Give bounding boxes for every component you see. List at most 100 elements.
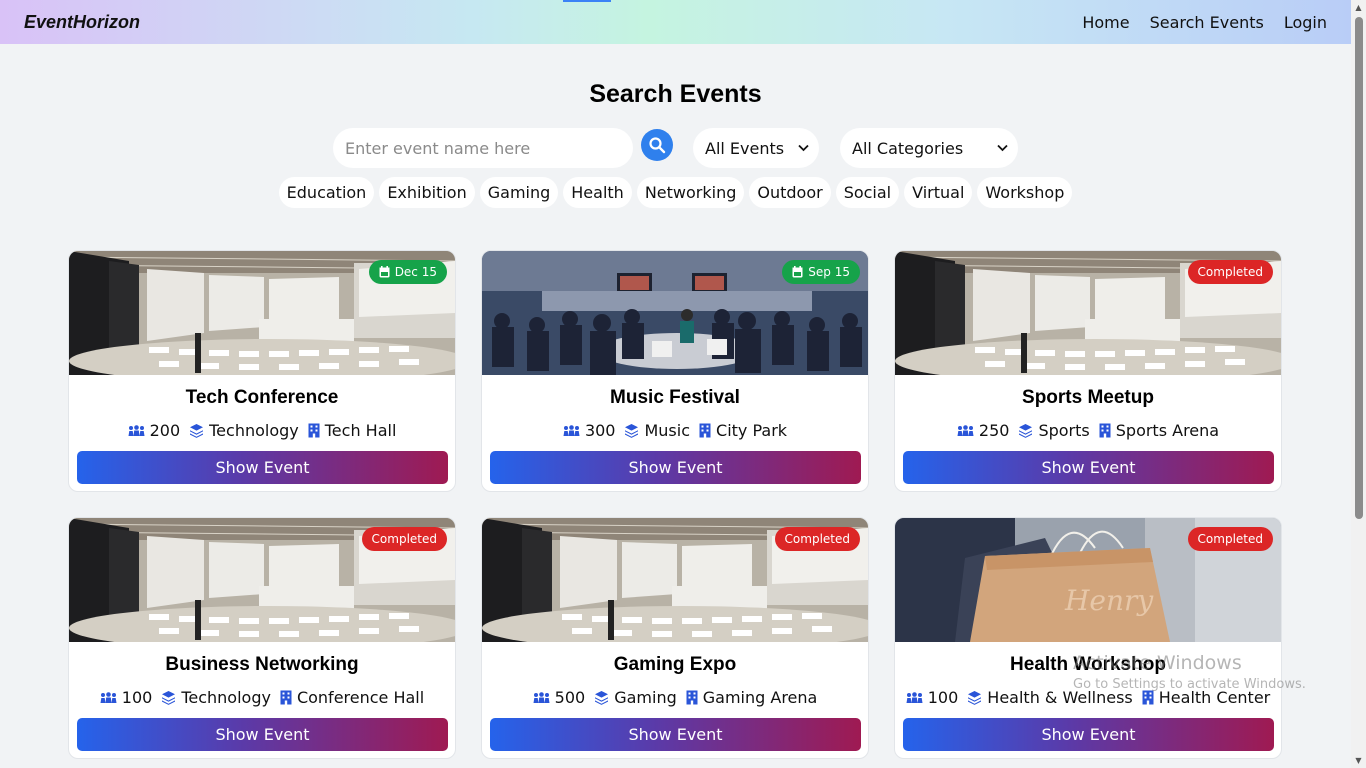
show-event-button[interactable]: Show Event (77, 718, 448, 751)
building-icon (308, 423, 320, 438)
chevron-down-icon (997, 144, 1008, 152)
show-event-button[interactable]: Show Event (903, 718, 1274, 751)
calendar-icon (379, 266, 390, 278)
show-event-button[interactable]: Show Event (490, 451, 861, 484)
event-category: Music (624, 421, 690, 440)
badge-label: Completed (1197, 532, 1263, 546)
category-chips: Education Exhibition Gaming Health Netwo… (0, 177, 1351, 208)
badge-label: Completed (371, 532, 437, 546)
event-title: Business Networking (165, 654, 359, 675)
event-title: Tech Conference (185, 387, 339, 408)
layers-icon (1019, 424, 1033, 438)
event-venue-value: Gaming Arena (702, 688, 818, 707)
event-title: Music Festival (610, 387, 740, 408)
status-filter-select[interactable]: All Events (693, 128, 819, 168)
attendee-count: 100 (906, 688, 959, 707)
show-event-button[interactable]: Show Event (77, 451, 448, 484)
attendee-count: 500 (533, 688, 586, 707)
scroll-thumb[interactable] (1355, 17, 1363, 519)
badge-label: Completed (784, 532, 850, 546)
users-icon (100, 691, 117, 703)
event-category-value: Technology (209, 421, 299, 440)
calendar-icon (792, 266, 803, 278)
event-date-badge: Dec 15 (368, 260, 447, 284)
nav-indicator (563, 0, 611, 2)
category-filter-value: All Categories (852, 138, 964, 158)
event-card: Completed Business Networking 100 Technolog… (68, 517, 456, 759)
vertical-scrollbar[interactable]: ▲ ▼ (1351, 0, 1366, 768)
attendee-count: 200 (128, 421, 180, 440)
event-venue-value: Conference Hall (296, 688, 425, 707)
activate-windows-subtitle: Go to Settings to activate Windows. (1073, 677, 1306, 692)
status-filter-value: All Events (705, 138, 785, 158)
users-icon (128, 424, 145, 436)
chip-workshop[interactable]: Workshop (977, 177, 1073, 208)
badge-label: Sep 15 (808, 265, 850, 279)
scroll-up-icon[interactable]: ▲ (1351, 0, 1366, 15)
show-event-button[interactable]: Show Event (903, 451, 1274, 484)
category-filter-select[interactable]: All Categories (840, 128, 1018, 168)
layers-icon (625, 424, 639, 438)
event-category: Sports (1018, 421, 1090, 440)
event-card: Sep 15 Music Festival 300 Music City Park Sho… (481, 250, 869, 492)
attendee-count-value: 250 (978, 421, 1010, 440)
building-icon (280, 690, 292, 705)
attendee-count-value: 500 (554, 688, 586, 707)
chip-virtual[interactable]: Virtual (904, 177, 973, 208)
event-venue-value: Sports Arena (1115, 421, 1220, 440)
show-event-button[interactable]: Show Event (490, 718, 861, 751)
event-venue: Sports Arena (1099, 421, 1219, 440)
page-title: Search Events (589, 80, 762, 108)
layers-icon (595, 691, 609, 705)
event-meta: 250 Sports Sports Arena (895, 421, 1281, 440)
nav-link-search-events[interactable]: Search Events (1150, 13, 1264, 32)
chip-exhibition[interactable]: Exhibition (379, 177, 475, 208)
chip-outdoor[interactable]: Outdoor (749, 177, 831, 208)
activate-windows-title: Activate Windows (1073, 652, 1242, 674)
event-category-value: Gaming (614, 688, 677, 707)
brand-logo[interactable]: EventHorizon (24, 12, 140, 33)
event-category-value: Technology (181, 688, 271, 707)
attendee-count: 250 (957, 421, 1010, 440)
building-icon (686, 690, 698, 705)
chip-social[interactable]: Social (835, 177, 900, 208)
layers-icon (190, 424, 204, 438)
event-meta: 500 Gaming Gaming Arena (482, 688, 868, 707)
users-icon (957, 424, 974, 436)
search-bar: All Events All Categories (333, 128, 1018, 168)
bag-logo-text: Henry (1064, 584, 1154, 617)
event-venue: Tech Hall (308, 421, 397, 440)
layers-icon (968, 691, 982, 705)
building-icon (1142, 690, 1154, 705)
chip-health[interactable]: Health (563, 177, 632, 208)
event-venue: City Park (699, 421, 787, 440)
nav-link-home[interactable]: Home (1082, 13, 1129, 32)
event-meta: 100 Technology Conference Hall (69, 688, 455, 707)
search-button[interactable] (641, 129, 673, 161)
users-icon (563, 424, 580, 436)
attendee-count-value: 100 (927, 688, 959, 707)
event-card: Completed Gaming Expo 500 Gaming Gaming Aren… (481, 517, 869, 759)
navbar: EventHorizon Home Search Events Login (0, 0, 1351, 44)
attendee-count-value: 300 (584, 421, 616, 440)
nav-link-login[interactable]: Login (1284, 13, 1327, 32)
chip-networking[interactable]: Networking (636, 177, 745, 208)
scroll-down-icon[interactable]: ▼ (1351, 753, 1366, 768)
chip-gaming[interactable]: Gaming (479, 177, 559, 208)
search-input[interactable] (333, 128, 633, 168)
building-icon (699, 423, 711, 438)
status-badge: Completed (774, 527, 860, 551)
event-category: Technology (189, 421, 299, 440)
attendee-count: 300 (563, 421, 616, 440)
event-title: Gaming Expo (613, 654, 737, 675)
badge-label: Completed (1197, 265, 1263, 279)
chip-education[interactable]: Education (278, 177, 375, 208)
chevron-down-icon (798, 144, 809, 152)
event-venue-value: Tech Hall (324, 421, 397, 440)
status-badge: Completed (1187, 527, 1273, 551)
users-icon (906, 691, 923, 703)
badge-label: Dec 15 (394, 265, 437, 279)
status-badge: Completed (1187, 260, 1273, 284)
event-card: Dec 15 Tech Conference 200 Technology Tech H… (68, 250, 456, 492)
status-badge: Completed (361, 527, 447, 551)
